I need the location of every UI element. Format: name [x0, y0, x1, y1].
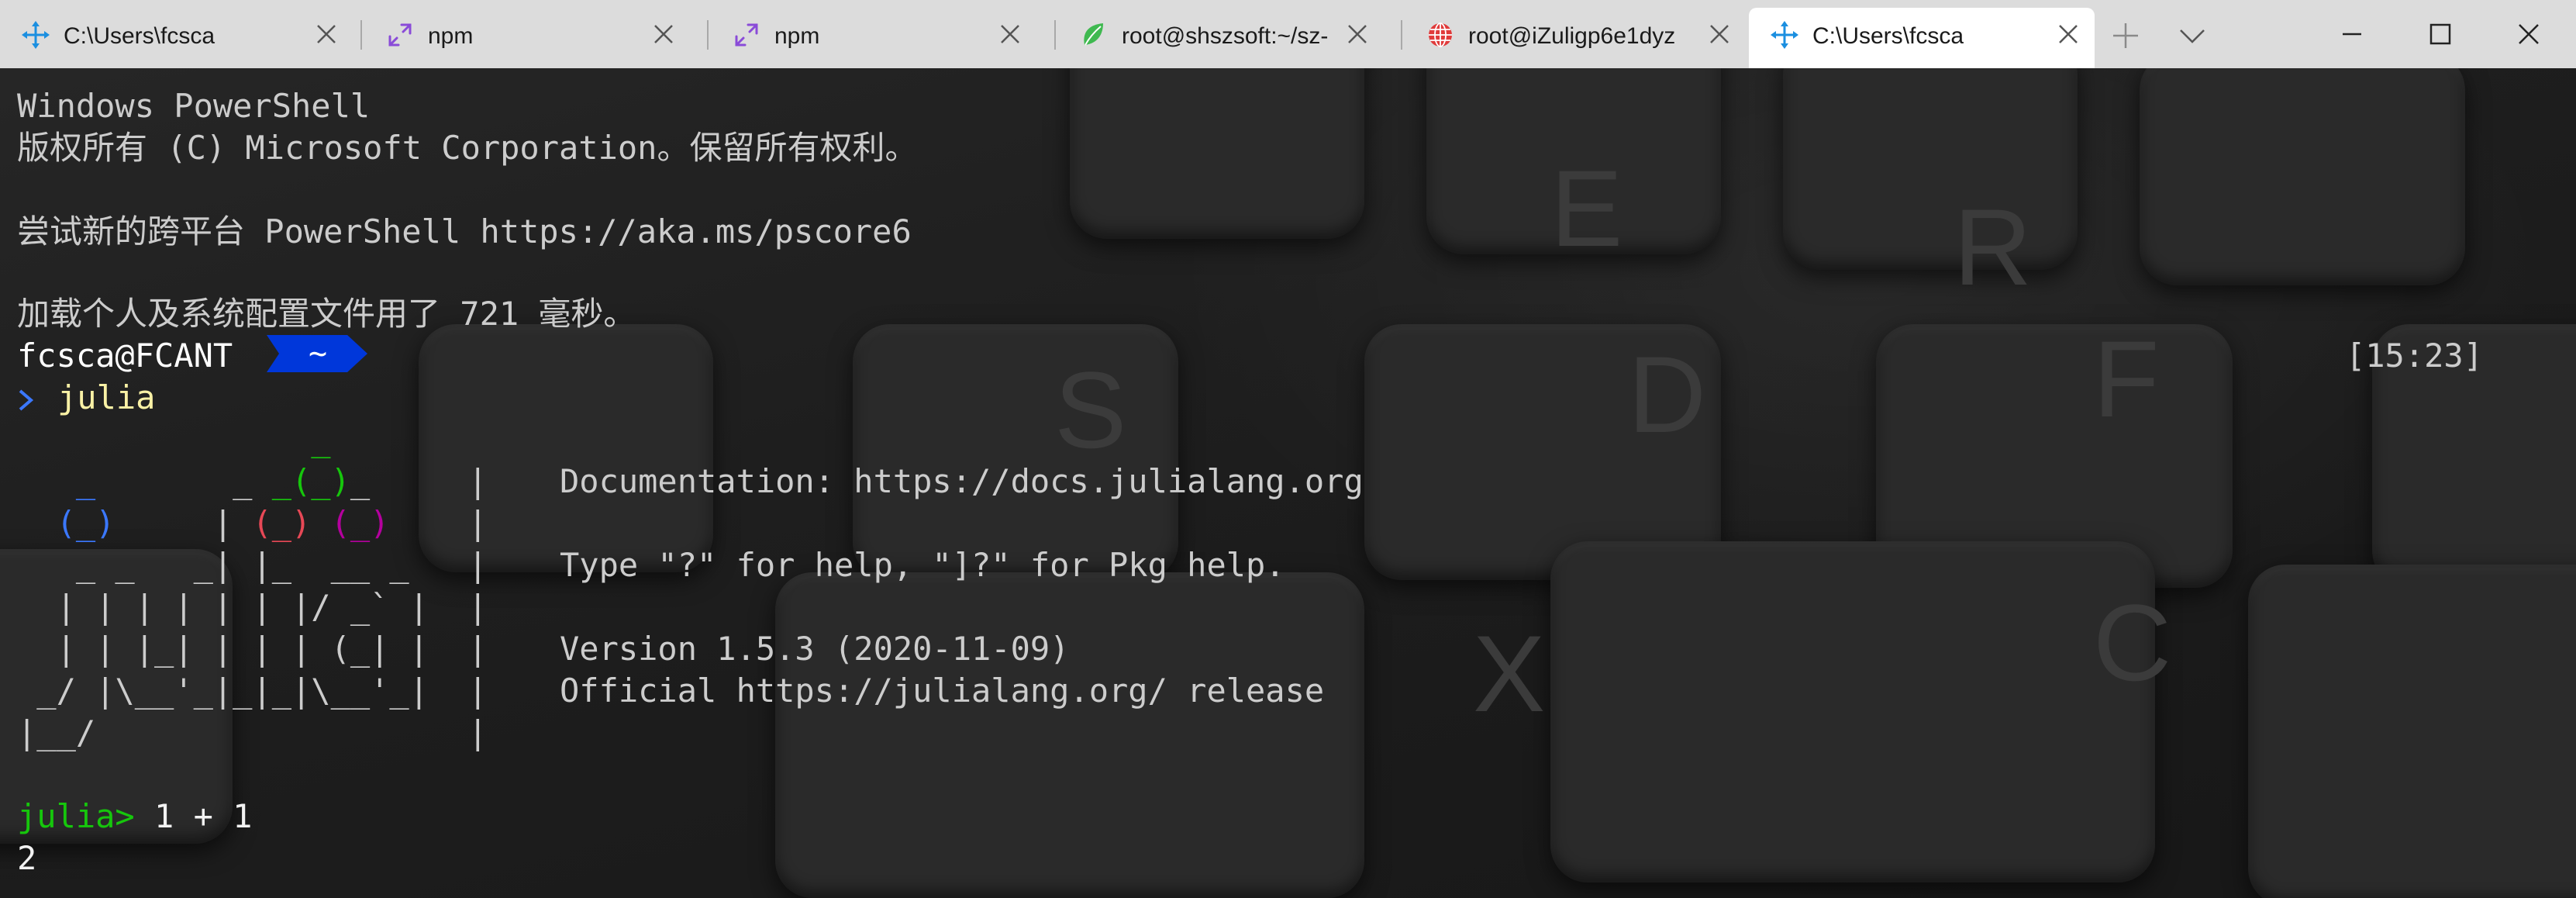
close-tab-icon[interactable]: [1347, 23, 1368, 45]
close-tab-icon[interactable]: [653, 23, 674, 45]
globe-icon: [1429, 22, 1452, 47]
tab-separator: [1054, 20, 1056, 50]
tab-label: C:\Users\fcsca: [64, 23, 216, 49]
tab-label: root@iZuligp6e1dyz: [1468, 23, 1676, 49]
julia-help-line: Type "?" for help, "]?" for Pkg help.: [560, 546, 1285, 584]
julia-prompt: julia>: [17, 797, 135, 835]
julia-doc-line: Documentation: https://docs.julialang.or…: [560, 462, 1364, 500]
leaf-icon: [1084, 23, 1103, 46]
terminal-pane[interactable]: E R D F S X C Windows PowerShell 版权所有 (C…: [0, 68, 2576, 898]
tab-label: npm: [428, 23, 474, 49]
tab-npm-1[interactable]: npm: [364, 0, 690, 68]
close-tab-icon[interactable]: [2057, 23, 2079, 45]
tab-izuligp[interactable]: root@iZuligp6e1dyz: [1405, 0, 1746, 68]
julia-version-line: Version 1.5.3 (2020-11-09): [560, 630, 1070, 668]
tab-powershell-1[interactable]: C:\Users\fcsca: [0, 0, 353, 68]
resize-arrows-icon: [735, 23, 758, 47]
prompt-chevron-icon: [19, 389, 34, 411]
minimize-icon[interactable]: [2335, 17, 2369, 51]
tab-label: root@shszsoft:~/sz-: [1122, 23, 1329, 49]
maximize-icon[interactable]: [2423, 17, 2457, 51]
resize-arrows-icon: [388, 23, 412, 47]
prompt-user: fcsca@FCANT: [17, 337, 233, 375]
tab-separator: [707, 20, 709, 50]
close-tab-icon[interactable]: [999, 23, 1021, 45]
julia-release-line: Official https://julialang.org/ release: [560, 672, 1325, 710]
pscore-hint-line: 尝试新的跨平台 PowerShell https://aka.ms/pscore…: [17, 212, 912, 250]
plus-icon[interactable]: [2110, 20, 2141, 51]
tab-npm-2[interactable]: npm: [711, 0, 1036, 68]
julia-repl-line: julia> 1 + 1: [17, 796, 252, 838]
tab-label: npm: [774, 23, 820, 49]
command-input: julia: [57, 378, 156, 416]
chevron-down-icon[interactable]: [2177, 20, 2208, 51]
close-tab-icon[interactable]: [1709, 23, 1730, 45]
copyright-line: 版权所有 (C) Microsoft Corporation。保留所有权利。: [17, 129, 918, 167]
powershell-header: Windows PowerShell: [17, 87, 371, 125]
tab-separator: [360, 20, 362, 50]
profile-load-line: 加载个人及系统配置文件用了 721 毫秒。: [17, 295, 636, 333]
tab-separator: [1401, 20, 1402, 50]
powershell-move-icon: [22, 21, 50, 49]
close-tab-icon[interactable]: [316, 23, 337, 45]
tab-bar: C:\Users\fcsca npm npm root@shszsoft:~/s…: [0, 0, 2576, 68]
tab-label: C:\Users\fcsca: [1812, 23, 1964, 49]
prompt-path: ~: [309, 336, 328, 371]
tab-shszsoft[interactable]: root@shszsoft:~/sz-: [1058, 0, 1384, 68]
julia-input: 1 + 1: [134, 797, 253, 835]
julia-output: 2: [17, 839, 37, 877]
close-icon[interactable]: [2512, 17, 2546, 51]
tab-powershell-active[interactable]: C:\Users\fcsca: [1749, 8, 2095, 68]
prompt-time: [15:23]: [2345, 337, 2483, 375]
powershell-move-icon: [1771, 21, 1798, 49]
